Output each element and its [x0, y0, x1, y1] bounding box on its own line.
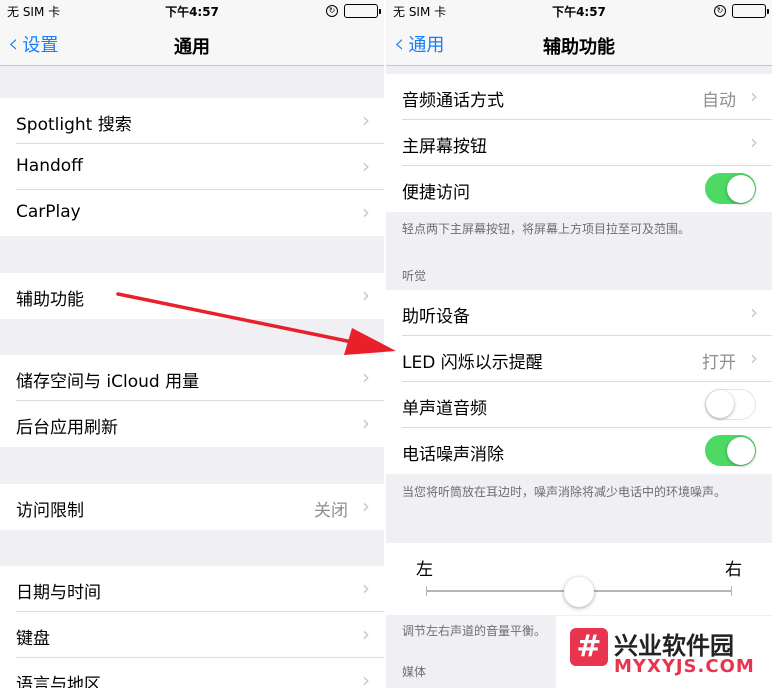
call-audio-value: 自动	[702, 91, 736, 111]
row-phone-noise-cancellation: 电话噪声消除	[386, 428, 772, 474]
chevron-right-icon: ›	[362, 576, 370, 600]
orientation-lock-icon: ↻	[326, 5, 338, 17]
row-label: 日期与时间	[16, 583, 101, 603]
row-home-button[interactable]: 主屏幕按钮 ›	[386, 120, 772, 166]
page-title: 通用	[174, 37, 210, 58]
row-label: 访问限制	[16, 501, 84, 521]
chevron-right-icon: ›	[362, 283, 370, 307]
watermark-url: MYXYJS.COM	[614, 656, 755, 677]
row-label: 储存空间与 iCloud 用量	[16, 372, 200, 392]
row-label: 电话噪声消除	[402, 445, 504, 465]
row-accessibility[interactable]: 辅助功能 ›	[0, 273, 384, 319]
led-flash-value: 打开	[702, 353, 736, 373]
row-label: Handoff	[16, 156, 83, 176]
row-label: 单声道音频	[402, 399, 487, 419]
battery-icon	[732, 4, 769, 18]
row-label: 便捷访问	[402, 183, 470, 203]
row-label: 语言与地区	[16, 675, 101, 688]
chevron-right-icon: ›	[362, 668, 370, 688]
row-background-refresh[interactable]: 后台应用刷新 ›	[0, 401, 384, 447]
row-spotlight-search[interactable]: Spotlight 搜索 ›	[0, 98, 384, 144]
row-label: 助听设备	[402, 307, 470, 327]
chevron-right-icon: ›	[750, 300, 758, 324]
row-handoff[interactable]: Handoff ›	[0, 144, 384, 190]
row-label: LED 闪烁以示提醒	[402, 353, 543, 373]
status-bar: 无 SIM 卡 下午4:57 ↻	[0, 0, 384, 22]
section-header-media: 媒体	[402, 665, 427, 679]
row-keyboard[interactable]: 键盘 ›	[0, 612, 384, 658]
chevron-right-icon: ›	[362, 365, 370, 389]
row-label: 后台应用刷新	[16, 418, 118, 438]
row-call-audio-routing[interactable]: 音频通话方式 自动 ›	[386, 74, 772, 120]
general-settings-screen: 无 SIM 卡 下午4:57 ↻ ‹ 设置 通用 Spotlight 搜索 › …	[0, 0, 384, 688]
accessibility-settings-screen: 音频通话方式 自动 › 主屏幕按钮 › 便捷访问 轻点两下主屏幕按钮，将屏幕上方…	[386, 0, 772, 688]
section-header-hearing: 听觉	[402, 269, 427, 283]
balance-slider-thumb[interactable]	[564, 577, 594, 607]
chevron-right-icon: ›	[362, 200, 370, 224]
chevron-right-icon: ›	[750, 346, 758, 370]
nav-bar: ‹ 设置 通用	[0, 22, 384, 66]
reachability-footnote: 轻点两下主屏幕按钮，将屏幕上方项目拉至可及范围。	[402, 222, 691, 236]
row-hearing-devices[interactable]: 助听设备 ›	[386, 290, 772, 336]
row-date-time[interactable]: 日期与时间 ›	[0, 566, 384, 612]
chevron-right-icon: ›	[362, 154, 370, 178]
noise-cancellation-footnote: 当您将听筒放在耳边时，噪声消除将减少电话中的环境噪声。	[402, 485, 727, 499]
noise-cancellation-switch[interactable]	[705, 435, 756, 466]
balance-right-label: 右	[725, 560, 742, 580]
row-carplay[interactable]: CarPlay ›	[0, 190, 384, 236]
row-mono-audio: 单声道音频	[386, 382, 772, 428]
nav-bar: ‹ 通用 辅助功能	[386, 22, 772, 66]
row-storage-icloud[interactable]: 储存空间与 iCloud 用量 ›	[0, 355, 384, 401]
balance-left-label: 左	[416, 560, 433, 580]
site-watermark: # 兴业软件园 MYXYJS.COM	[556, 616, 772, 688]
watermark-logo-icon: #	[570, 628, 608, 666]
status-bar: 无 SIM 卡 下午4:57 ↻	[386, 0, 772, 22]
row-restrictions[interactable]: 访问限制 关闭 ›	[0, 484, 384, 530]
balance-slider-cell: 左 右	[386, 543, 772, 615]
chevron-right-icon: ›	[362, 622, 370, 646]
chevron-right-icon: ›	[362, 494, 370, 518]
row-label: 音频通话方式	[402, 91, 504, 111]
chevron-right-icon: ›	[362, 411, 370, 435]
row-label: 键盘	[16, 629, 50, 649]
battery-icon	[344, 4, 381, 18]
row-language-region[interactable]: 语言与地区 ›	[0, 658, 384, 688]
row-led-flash-alerts[interactable]: LED 闪烁以示提醒 打开 ›	[386, 336, 772, 382]
mono-audio-switch[interactable]	[705, 389, 756, 420]
row-label: Spotlight 搜索	[16, 115, 132, 135]
row-label: 主屏幕按钮	[402, 137, 487, 157]
row-label: CarPlay	[16, 202, 81, 222]
chevron-right-icon: ›	[750, 84, 758, 108]
page-title: 辅助功能	[543, 37, 615, 58]
chevron-right-icon: ›	[750, 130, 758, 154]
restrictions-value: 关闭	[314, 501, 348, 521]
chevron-right-icon: ›	[362, 108, 370, 132]
row-label: 辅助功能	[16, 290, 84, 310]
row-reachability: 便捷访问	[386, 166, 772, 212]
orientation-lock-icon: ↻	[714, 5, 726, 17]
reachability-switch[interactable]	[705, 173, 756, 204]
